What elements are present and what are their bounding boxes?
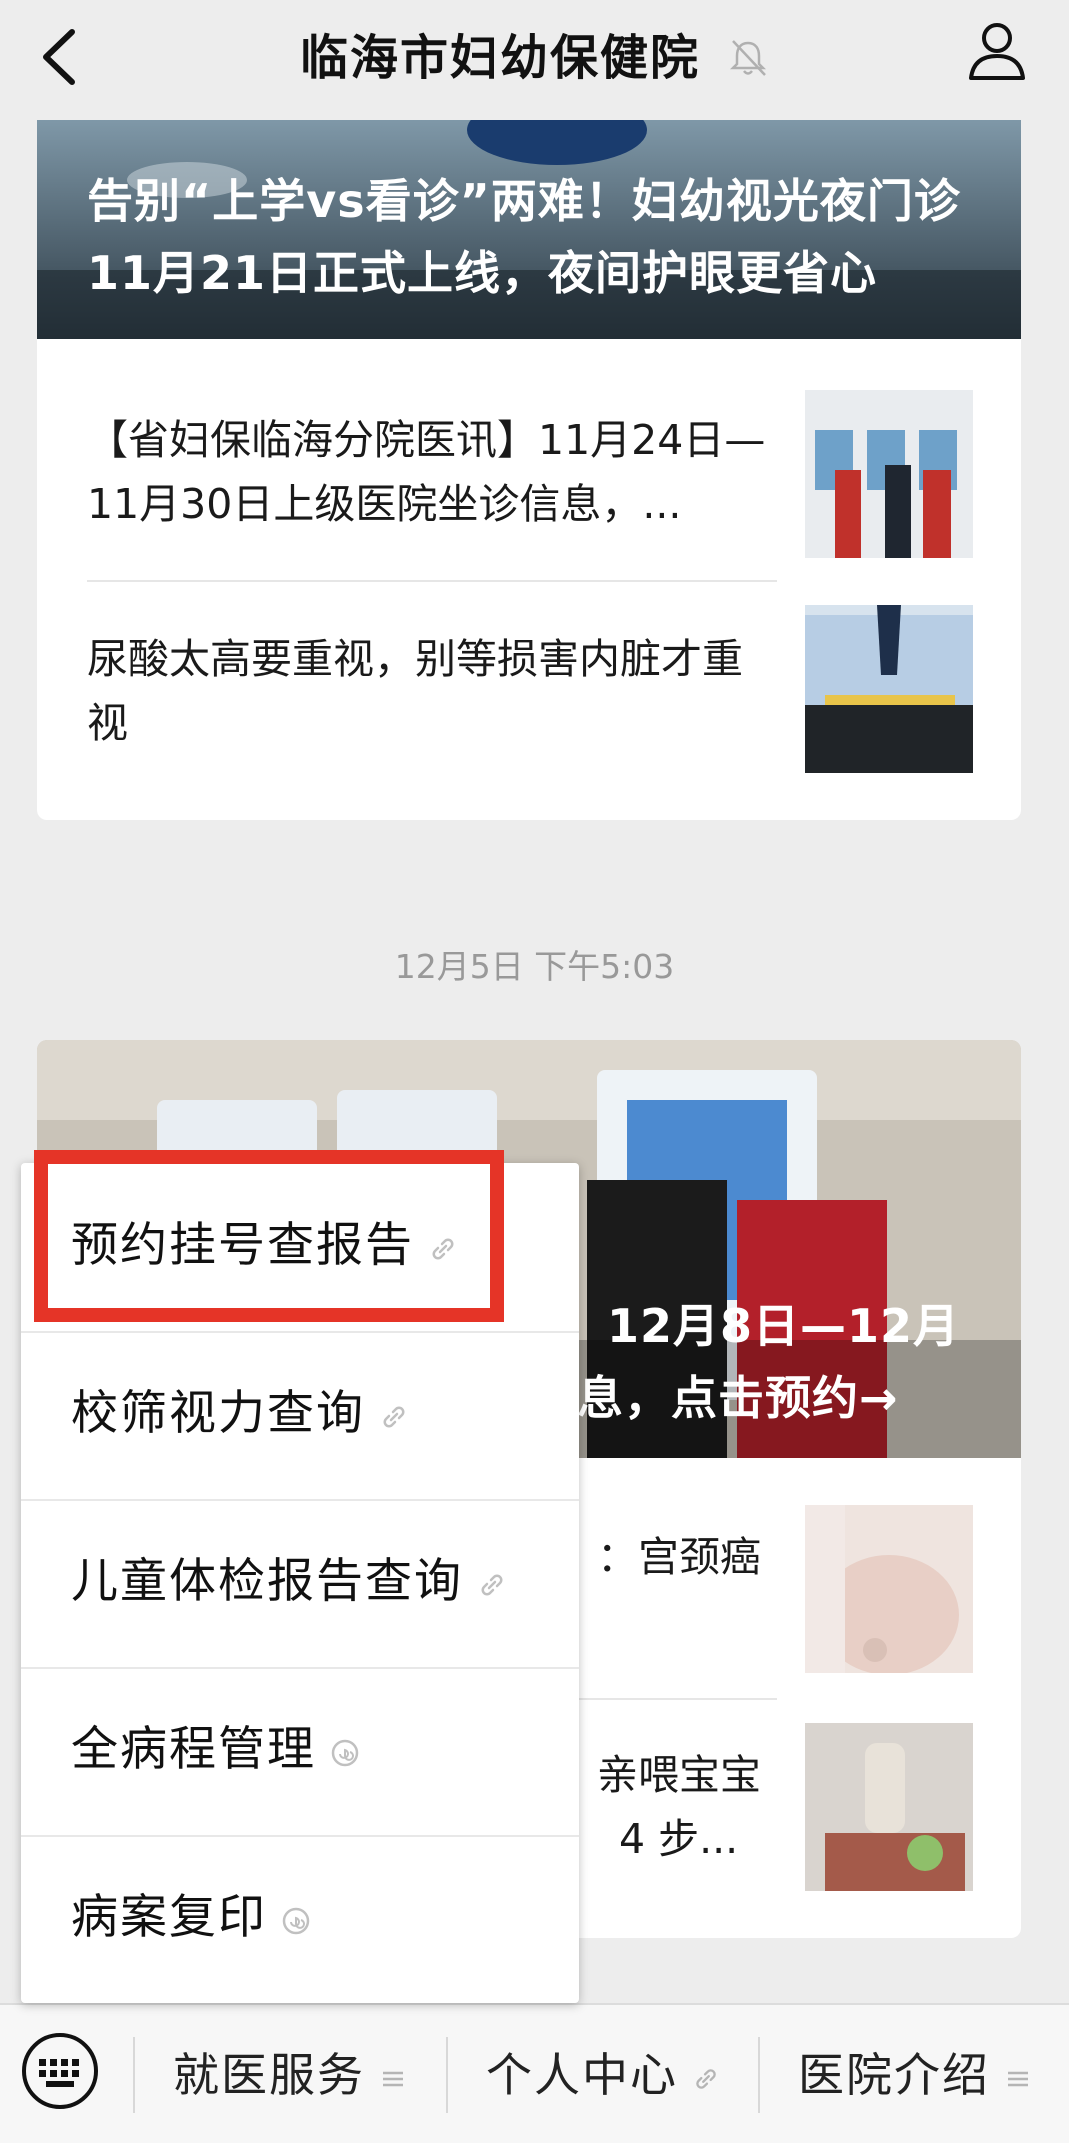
menu-item-child-checkup-report[interactable]: 儿童体检报告查询 [21,1499,579,1669]
menu-item-label-wrap: 全病程管理 [71,1715,360,1785]
tab-personal-center[interactable]: 个人中心 [449,2037,757,2113]
menu-item-disease-management[interactable]: 全病程管理 [21,1667,579,1837]
menu-lines-icon [1008,2071,1028,2086]
user-profile-icon[interactable] [965,18,1029,82]
title-container: 临海市妇幼保健院 [0,18,1069,98]
link-icon [383,1406,405,1427]
tab-label: 就医服务 [173,2048,365,2102]
menu-item-label: 病案复印 [71,1890,267,1945]
article-card-1: 告别“上学vs看诊”两难！妇幼视光夜门诊11月21日正式上线，夜间护眼更省心 【… [37,120,1021,820]
tab-label: 医院介绍 [798,2048,990,2102]
muted-bell-icon [730,40,767,76]
article-title: 【省妇保临海分院医讯】11月24日—11月30日上级医院坐诊信息，... [87,416,766,528]
article-thumbnail [805,605,973,773]
divider [133,2037,135,2113]
highlight-box [34,1150,504,1322]
article-thumbnail [805,1505,973,1673]
hero-article-title-line2: 息，点击预约→ [577,1371,899,1425]
menu-lines-icon [383,2071,403,2086]
menu-item-label: 儿童体检报告查询 [71,1554,463,1609]
menu-item-vision-screening[interactable]: 校筛视力查询 [21,1331,579,1501]
link-icon [481,1574,503,1595]
article-row-2[interactable]: 尿酸太高要重视，别等损害内脏才重视 [87,605,973,773]
tab-medical-services[interactable]: 就医服务 [136,2037,444,2113]
menu-item-label-wrap: 校筛视力查询 [71,1379,409,1449]
miniprogram-icon [331,1739,359,1766]
menu-item-medical-record-copy[interactable]: 病案复印 [21,1835,579,2003]
menu-item-label: 校筛视力查询 [71,1386,365,1441]
divider [446,2037,448,2113]
menu-item-label-wrap: 病案复印 [71,1883,311,1953]
article-title: ：宫颈癌 [597,1533,761,1581]
tab-label: 个人中心 [486,2048,678,2102]
article-thumbnail [805,390,973,558]
article-title: 尿酸太高要重视，别等损害内脏才重视 [87,635,743,747]
article-title-line2: 4 步... [619,1815,739,1863]
menu-item-label-wrap: 儿童体检报告查询 [71,1547,507,1617]
miniprogram-icon [282,1907,310,1934]
menu-item-label: 全病程管理 [71,1722,316,1777]
tab-hospital-intro[interactable]: 医院介绍 [761,2037,1069,2113]
keyboard-icon[interactable] [20,2031,100,2111]
hero-article-title-line1: 12月8日—12月 [607,1299,961,1353]
article-title-line1: 亲喂宝宝 [597,1751,761,1799]
article-thumbnail [805,1723,973,1891]
hero-article[interactable]: 告别“上学vs看诊”两难！妇幼视光夜门诊11月21日正式上线，夜间护眼更省心 [37,120,1021,339]
top-nav-bar: 临海市妇幼保健院 [0,0,1069,120]
divider [87,580,777,582]
link-icon [696,2068,716,2089]
page-title: 临海市妇幼保健院 [299,30,700,86]
bottom-menu-bar: 就医服务 个人中心 医院介绍 [0,2003,1069,2143]
message-timestamp: 12月5日 下午5:03 [394,947,675,986]
hero-article-title: 告别“上学vs看诊”两难！妇幼视光夜门诊11月21日正式上线，夜间护眼更省心 [87,174,961,300]
divider [758,2037,760,2113]
article-row-1[interactable]: 【省妇保临海分院医讯】11月24日—11月30日上级医院坐诊信息，... [87,390,973,558]
